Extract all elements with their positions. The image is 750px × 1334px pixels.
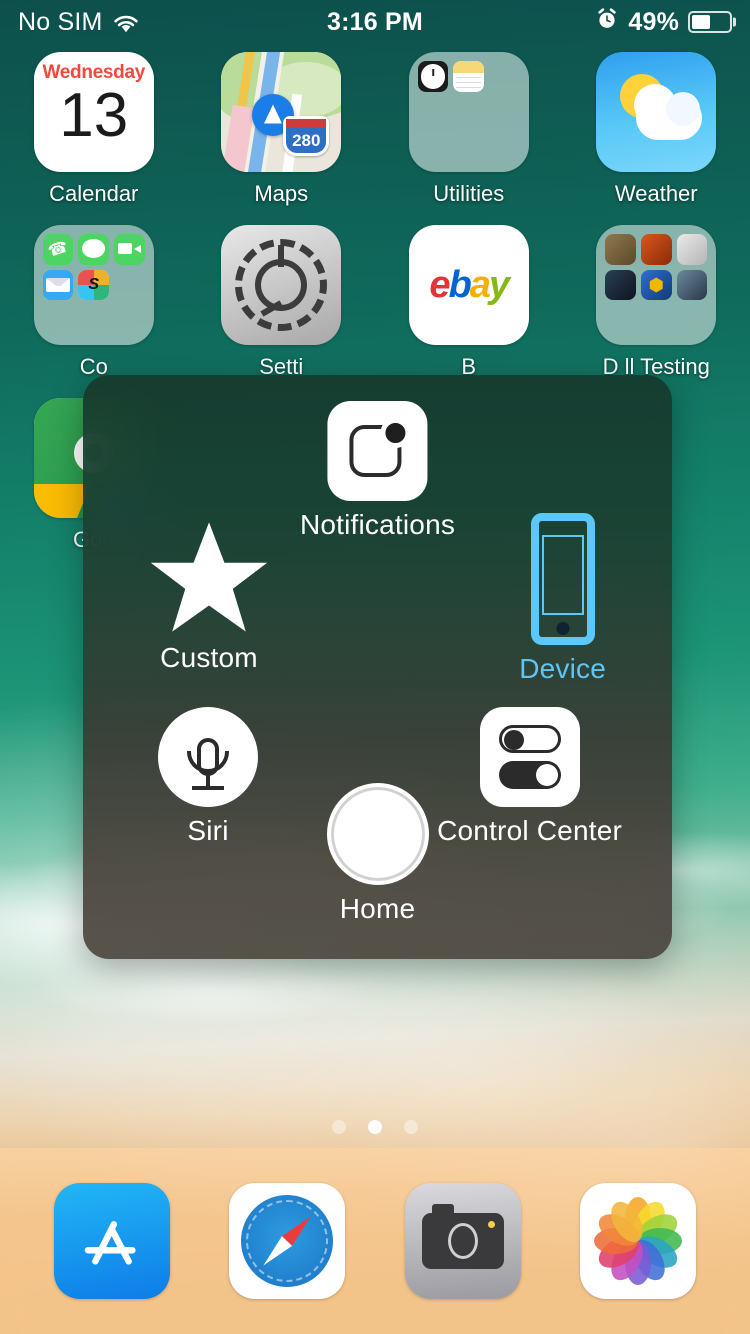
assistive-touch-label: Custom (160, 642, 258, 673)
mini-icon-phone: ☎ (42, 234, 74, 265)
status-bar: No SIM 3:16 PM 49% (0, 0, 750, 44)
ebay-icon: ebay (408, 225, 529, 345)
page-dot-active[interactable] (368, 1120, 382, 1134)
mini-icon-game-3 (676, 234, 708, 265)
photos-icon[interactable] (580, 1183, 697, 1299)
app-icon-settings[interactable]: Setti (188, 225, 376, 380)
folder-icon (596, 225, 717, 345)
app-label: Weather (614, 181, 698, 206)
assistive-touch-label: Device (519, 653, 606, 684)
star-icon (149, 520, 269, 634)
mini-icon-game-6 (676, 269, 708, 301)
mini-icon-game-4 (605, 269, 636, 301)
wifi-icon (113, 12, 139, 33)
app-icon-weather[interactable]: Weather (563, 52, 750, 207)
assistive-touch-item-control-center[interactable]: Control Center (437, 707, 622, 846)
app-label: Utilities (433, 181, 505, 206)
microphone-icon (158, 707, 258, 807)
app-icon-ebay[interactable]: ebay B (375, 225, 563, 380)
device-icon (530, 513, 595, 645)
maps-icon: 280 (221, 52, 342, 172)
camera-icon[interactable] (404, 1183, 521, 1299)
app-icon-maps[interactable]: 280 Maps (188, 52, 376, 207)
carrier-label: No SIM (18, 7, 103, 36)
assistive-touch-item-notifications[interactable]: Notifications (300, 401, 455, 540)
assistive-touch-label: Notifications (299, 509, 456, 540)
page-dot[interactable] (404, 1120, 418, 1134)
app-store-icon[interactable] (53, 1183, 170, 1299)
mini-icon-game-1 (605, 234, 636, 265)
page-dots[interactable] (0, 1120, 750, 1134)
battery-percent-label: 49% (628, 7, 679, 36)
mini-icon-messages (78, 234, 110, 265)
mini-icon-mail (42, 269, 74, 301)
assistive-touch-item-custom[interactable]: Custom (149, 520, 269, 673)
mini-icon-slack: S (78, 269, 110, 301)
dock (0, 1148, 750, 1334)
alarm-clock-icon (595, 7, 619, 38)
page-dot[interactable] (332, 1120, 346, 1134)
mini-icon-facetime (114, 234, 145, 265)
app-icon-calendar[interactable]: Wednesday 13 Calendar (0, 52, 188, 207)
assistive-touch-panel[interactable]: Notifications Custom Device Siri Home Co… (83, 375, 672, 959)
folder-icon (408, 52, 529, 172)
app-label: Maps (254, 181, 309, 206)
home-button-icon (326, 783, 429, 885)
app-icon-testing-folder[interactable]: D ll Testing (563, 225, 750, 380)
battery-icon (688, 11, 736, 33)
mini-icon-game-2 (640, 234, 672, 265)
assistive-touch-item-home[interactable]: Home (326, 783, 429, 924)
assistive-touch-label: Siri (187, 815, 229, 846)
status-bar-right: 49% (595, 7, 736, 38)
route-number: 280 (292, 131, 321, 150)
app-icon-utilities[interactable]: Utilities (375, 52, 563, 207)
assistive-touch-item-siri[interactable]: Siri (158, 707, 258, 846)
app-icon-communications[interactable]: ☎ S Co (0, 225, 188, 380)
folder-icon: ☎ S (33, 225, 154, 345)
calendar-icon: Wednesday 13 (33, 52, 154, 172)
mini-icon-notes (453, 61, 485, 92)
control-center-icon (479, 707, 580, 807)
mini-icon-game-5 (640, 269, 672, 301)
route-shield-icon: 280 (283, 116, 330, 156)
assistive-touch-label: Control Center (437, 815, 622, 846)
safari-icon[interactable] (229, 1183, 346, 1299)
weather-icon (596, 52, 717, 172)
calendar-day-number: 13 (59, 81, 129, 150)
mini-icon-clock (417, 61, 449, 92)
app-label: Calendar (49, 181, 139, 206)
settings-icon (221, 225, 342, 345)
status-bar-left: No SIM (18, 8, 139, 37)
assistive-touch-label: Home (339, 893, 416, 924)
notifications-icon (327, 401, 428, 501)
assistive-touch-item-device[interactable]: Device (519, 513, 606, 684)
